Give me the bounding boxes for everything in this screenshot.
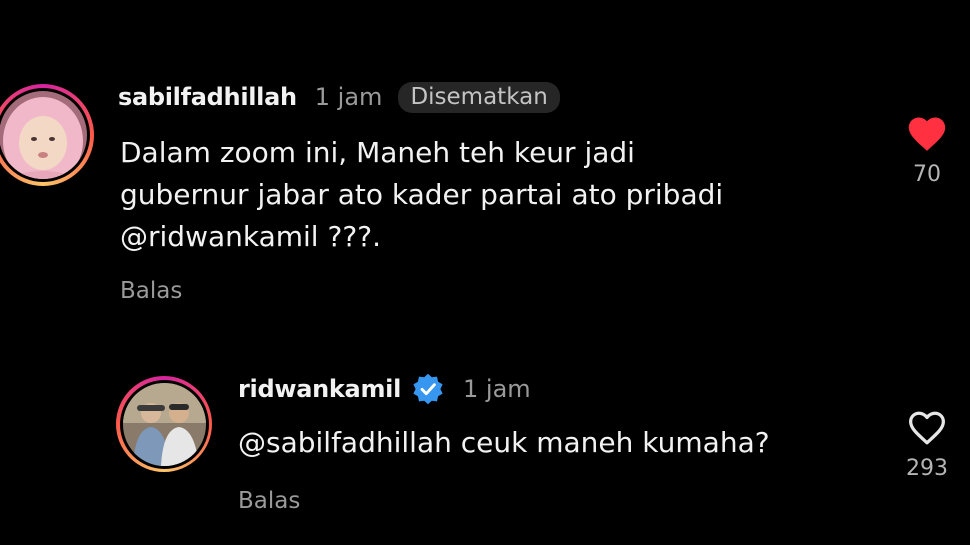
like-count: 293 [906,456,948,481]
comment-meta: ridwankamil 1 jam [238,372,531,406]
heart-outline-icon[interactable] [905,406,949,446]
reply-button[interactable]: Balas [238,488,300,514]
comment-meta: sabilfadhillah 1 jam Disematkan [118,80,560,114]
heart-filled-icon[interactable] [905,112,949,152]
username[interactable]: sabilfadhillah [118,83,297,111]
like-control: 293 [892,406,962,481]
avatar-frame [0,88,90,182]
pinned-badge: Disematkan [398,81,560,113]
reply-item: ridwankamil 1 jam @sabilfadhillah ceuk m… [0,370,970,530]
comment-text: Dalam zoom ini, Maneh teh keur jadi gube… [120,136,724,253]
verified-badge-icon [413,373,443,405]
like-control: 70 [892,112,962,187]
avatar-frame [119,379,209,469]
comment-text: @sabilfadhillah ceuk maneh kumaha? [238,426,770,459]
avatar[interactable] [0,91,87,179]
timestamp: 1 jam [463,375,531,403]
timestamp: 1 jam [314,83,383,111]
reply-button[interactable]: Balas [120,278,182,304]
username[interactable]: ridwankamil [238,375,401,403]
like-count: 70 [913,162,941,187]
avatar[interactable] [122,382,206,466]
comment-item: sabilfadhillah 1 jam Disematkan Dalam zo… [0,70,970,310]
story-ring[interactable] [0,84,94,186]
story-ring[interactable] [116,376,212,472]
